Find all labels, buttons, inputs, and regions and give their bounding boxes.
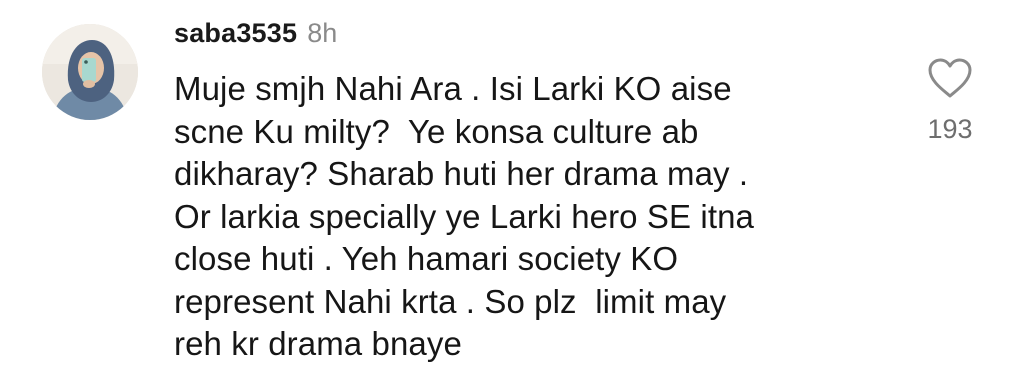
comment-header: saba3535 8h (174, 18, 337, 58)
comment-timestamp: 8h (307, 18, 338, 48)
heart-outline-icon[interactable] (926, 56, 974, 100)
avatar-image (42, 24, 138, 120)
avatar[interactable] (42, 24, 138, 120)
like-area: 193 (910, 56, 990, 145)
comment-text-line: represent Nahi krta . So plz limit may (174, 282, 727, 320)
comment-text-line: Muje smjh Nahi Ara . Isi Larki KO aise (174, 70, 732, 107)
comment-text-line: dikharay? Sharab huti her drama may . (174, 155, 749, 192)
comment-text: Muje smjh Nahi Ara . Isi Larki KO aise s… (174, 68, 874, 366)
comment-text-line: reh kr drama bnaye (174, 325, 462, 362)
comment-text-line: close huti . Yeh hamari society KO (174, 240, 679, 277)
like-count: 193 (927, 114, 973, 144)
comment-text-line: scne Ku milty? Ye konsa culture ab (174, 112, 699, 150)
username[interactable]: saba3535 (174, 18, 297, 49)
comment-item: saba3535 8h Muje smjh Nahi Ara . Isi Lar… (0, 0, 1024, 386)
comment-text-line: Or larkia specially ye Larki hero SE itn… (174, 197, 755, 235)
